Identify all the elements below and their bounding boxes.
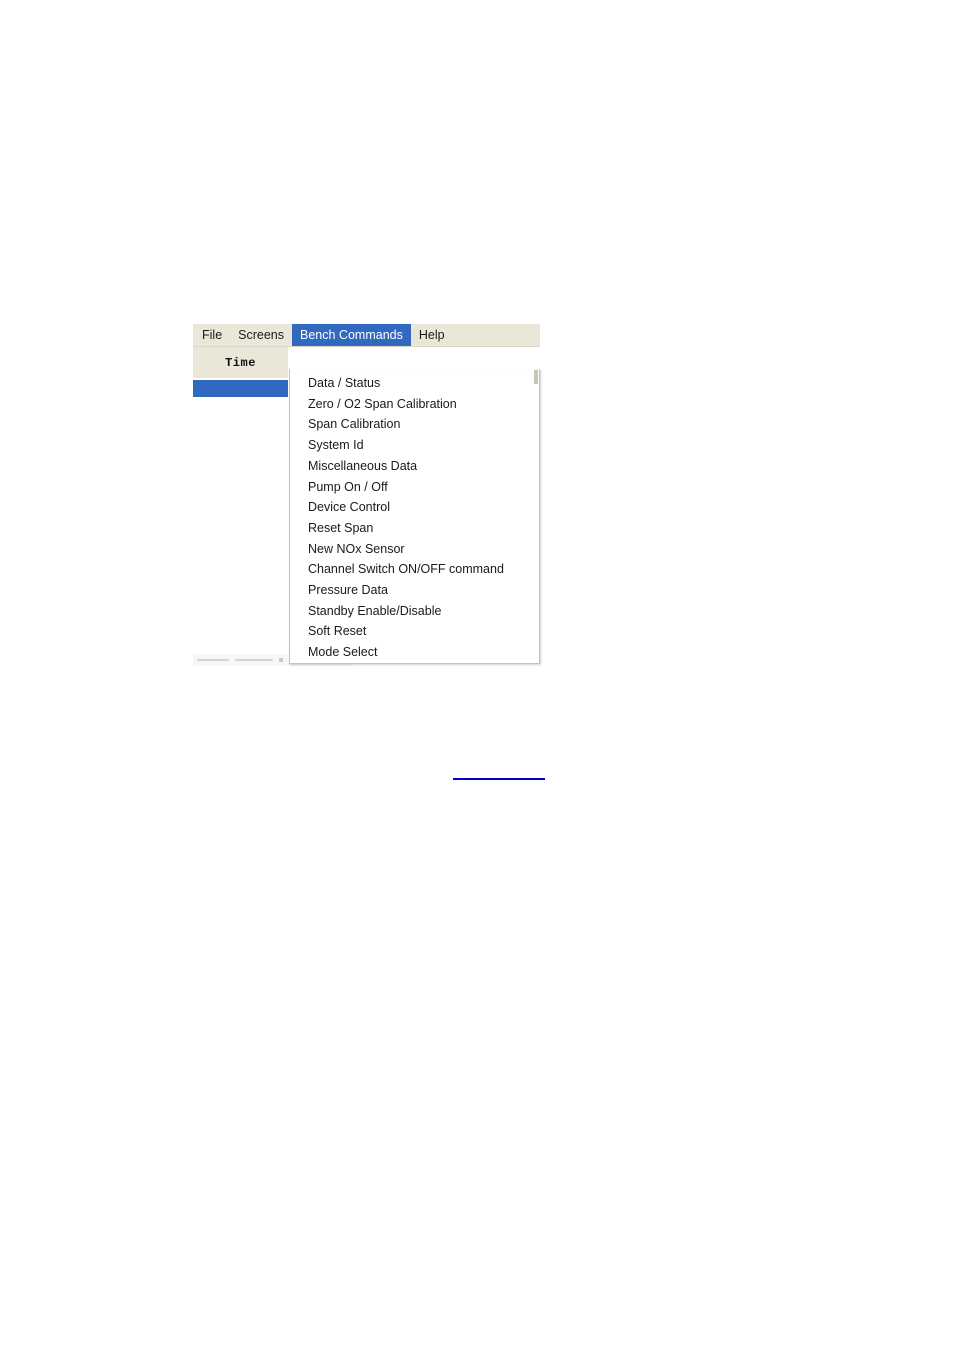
- grid-body[interactable]: [193, 397, 288, 646]
- menu-title-screens[interactable]: Screens: [230, 324, 292, 346]
- bench-commands-dropdown-menu[interactable]: Data / Status Zero / O2 Span Calibration…: [289, 369, 540, 664]
- menu-item-zero-o2-span-calibration[interactable]: Zero / O2 Span Calibration: [290, 394, 539, 415]
- menu-item-data-status[interactable]: Data / Status: [290, 373, 539, 394]
- menu-item-miscellaneous-data[interactable]: Miscellaneous Data: [290, 456, 539, 477]
- menu-title-file[interactable]: File: [193, 324, 230, 346]
- data-grid: Time: [193, 347, 288, 646]
- grid-selected-row[interactable]: [193, 380, 288, 397]
- grid-column-header-time[interactable]: Time: [193, 347, 288, 378]
- menu-item-span-calibration[interactable]: Span Calibration: [290, 414, 539, 435]
- window-client-area: Time Data / Status Zero / O2 Span Calibr…: [193, 346, 540, 666]
- menu-item-new-nox-sensor[interactable]: New NOx Sensor: [290, 539, 539, 560]
- menu-item-soft-reset[interactable]: Soft Reset: [290, 621, 539, 642]
- menu-item-pressure-data[interactable]: Pressure Data: [290, 580, 539, 601]
- menu-item-channel-switch-on-off-command[interactable]: Channel Switch ON/OFF command: [290, 559, 539, 580]
- menu-item-pump-on-off[interactable]: Pump On / Off: [290, 476, 539, 497]
- status-bar-segment-1: [197, 659, 229, 661]
- status-bar-indicator-icon: [279, 658, 283, 662]
- status-bar-segment-2: [235, 659, 273, 661]
- menu-item-standby-enable-disable[interactable]: Standby Enable/Disable: [290, 601, 539, 622]
- application-window: File Screens Bench Commands Help Time Da…: [193, 324, 541, 666]
- scrollbar-thumb[interactable]: [534, 370, 538, 384]
- document-page: File Screens Bench Commands Help Time Da…: [0, 0, 954, 1350]
- menu-item-device-control[interactable]: Device Control: [290, 497, 539, 518]
- menu-bar: File Screens Bench Commands Help: [193, 324, 540, 346]
- menu-title-bench-commands[interactable]: Bench Commands: [292, 324, 411, 346]
- menu-title-help[interactable]: Help: [411, 324, 453, 346]
- grid-column-header-label: Time: [225, 355, 256, 370]
- hyperlink-underline[interactable]: [453, 778, 545, 780]
- menu-item-mode-select[interactable]: Mode Select: [290, 642, 539, 663]
- menu-item-reset-span[interactable]: Reset Span: [290, 518, 539, 539]
- menu-item-system-id[interactable]: System Id: [290, 435, 539, 456]
